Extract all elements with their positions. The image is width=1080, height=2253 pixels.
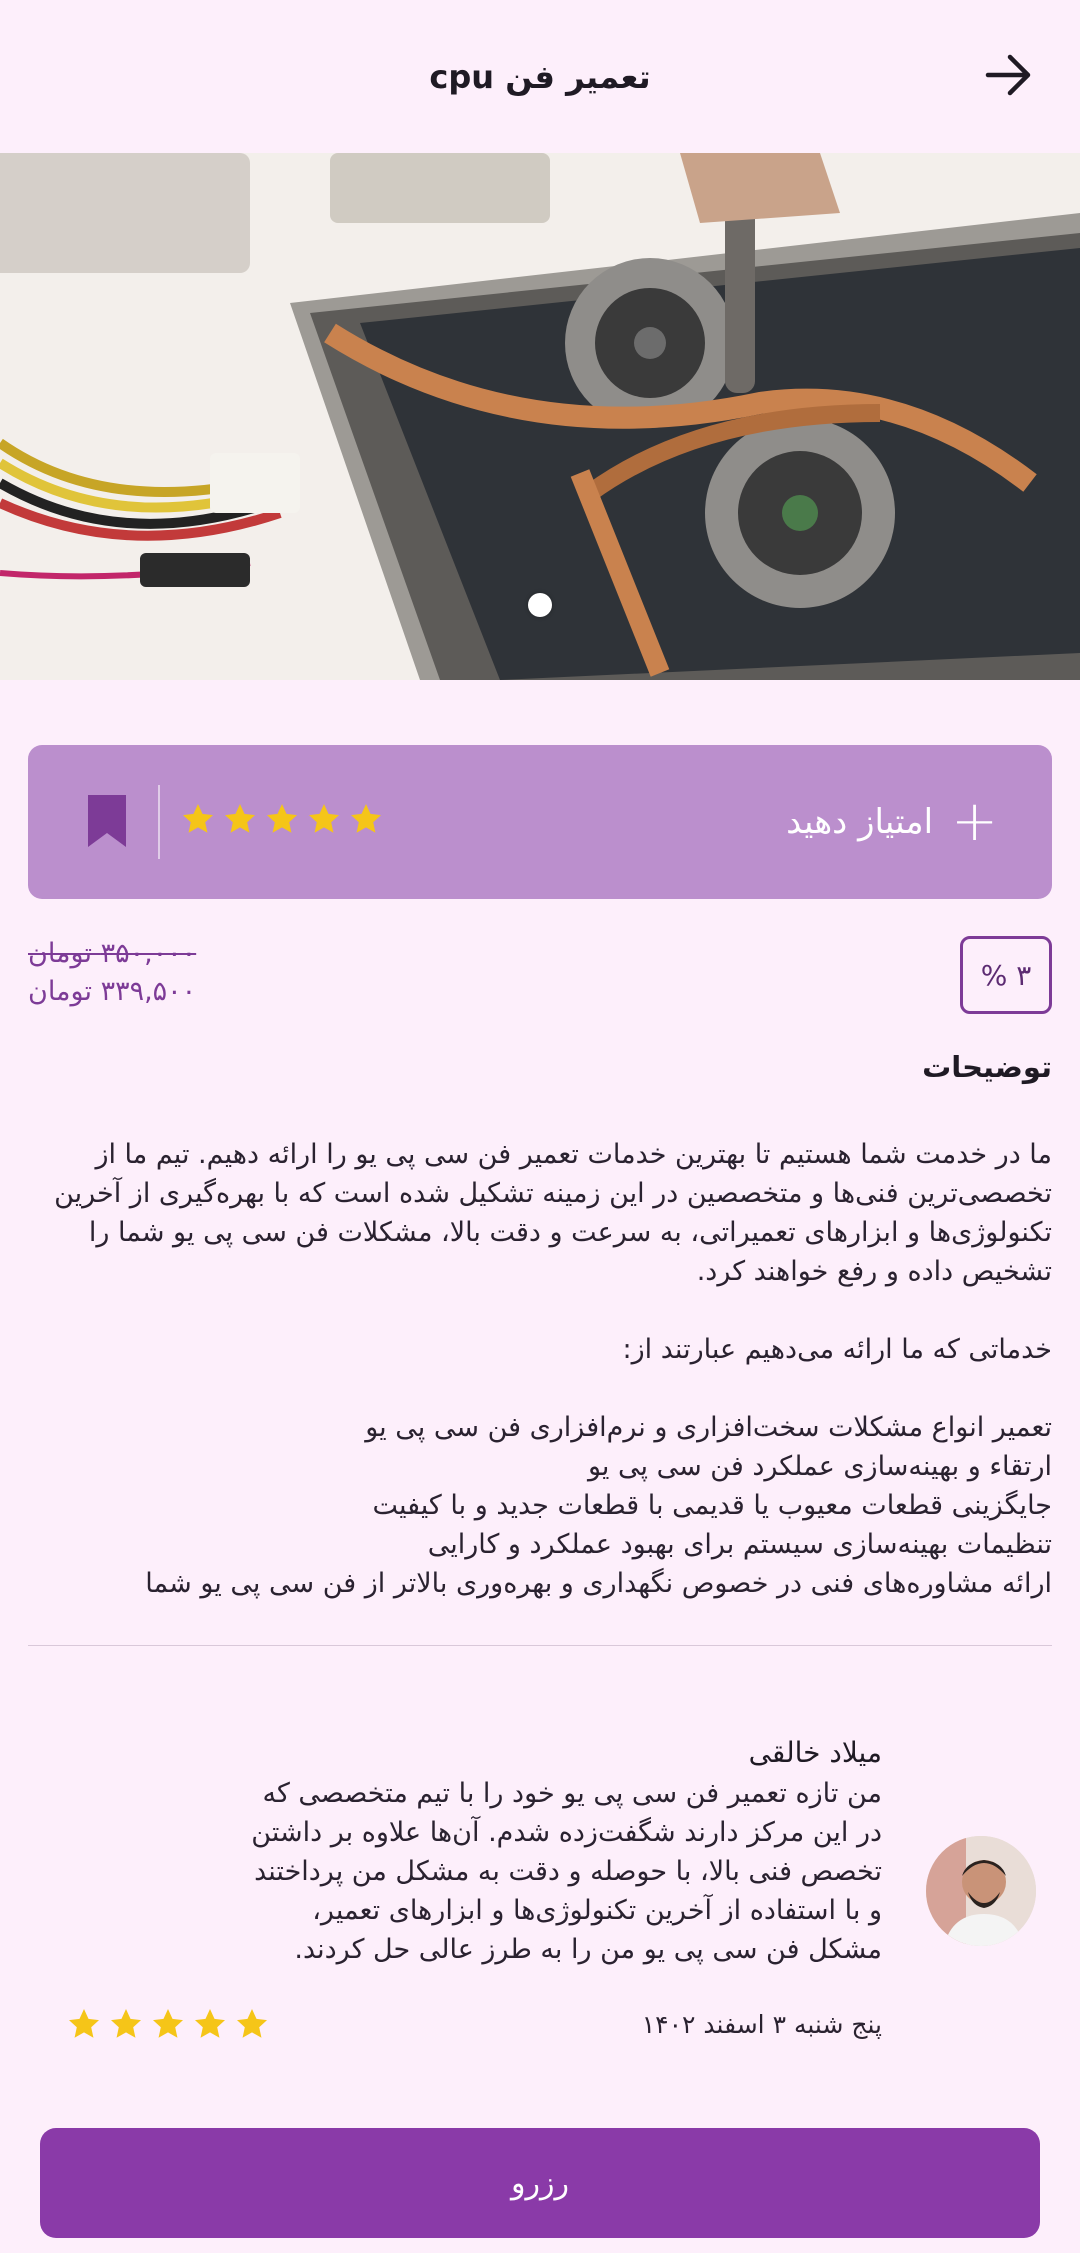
service-item: تعمیر انواع مشکلات سخت‌افزاری و نرم‌افزا… (365, 1412, 1052, 1443)
add-rating-label: امتیاز دهید (786, 802, 934, 842)
back-button[interactable] (980, 46, 1038, 104)
service-item: ارتقاء و بهینه‌سازی عملکرد فن سی پی یو (587, 1451, 1052, 1482)
discount-badge: ۳ % (960, 936, 1052, 1014)
star-icon (153, 2009, 183, 2038)
service-item: تنظیمات بهینه‌سازی سیستم برای بهبود عملک… (427, 1529, 1052, 1560)
rating-stars[interactable] (180, 801, 384, 837)
description-heading: توضیحات (922, 1050, 1052, 1084)
review-stars (66, 2006, 270, 2042)
review-date: پنج شنبه ۳ اسفند ۱۴۰۲ (641, 2010, 882, 2039)
star-icon[interactable] (264, 801, 300, 837)
services-list: تعمیر انواع مشکلات سخت‌افزاری و نرم‌افزا… (22, 1408, 1052, 1603)
avatar (926, 1836, 1036, 1946)
section-divider (28, 1645, 1052, 1646)
hero-image-carousel[interactable] (0, 153, 1080, 680)
arrow-right-icon (985, 54, 1031, 96)
star-icon (69, 2009, 99, 2038)
service-item: جایگزینی قطعات معیوب یا قدیمی با قطعات ج… (372, 1490, 1052, 1521)
service-item: ارائه مشاوره‌های فنی در خصوص نگهداری و ب… (145, 1568, 1052, 1599)
card-divider (158, 785, 160, 859)
star-icon[interactable] (222, 801, 258, 837)
star-icon (111, 2009, 141, 2038)
final-price: ۳۳۹,۵۰۰ تومان (28, 976, 197, 1007)
description-paragraph: ما در خدمت شما هستیم تا بهترین خدمات تعم… (54, 1139, 1052, 1287)
star-icon (237, 2009, 267, 2038)
reserve-button[interactable]: رزرو (40, 2128, 1040, 2238)
description-body: ما در خدمت شما هستیم تا بهترین خدمات تعم… (22, 1135, 1052, 1603)
top-bar: تعمیر فن cpu (0, 0, 1080, 153)
service-detail-page: تعمیر فن cpu + امتیاز دهید ۳ % ۳۵۰,۰۰۰ ت… (0, 0, 1080, 2253)
services-intro: خدماتی که ما ارائه می‌دهیم عبارتند از: (622, 1334, 1052, 1365)
star-icon[interactable] (306, 801, 342, 837)
bookmark-icon[interactable] (84, 795, 130, 847)
carousel-indicator-dot[interactable] (528, 593, 552, 617)
rating-card: + امتیاز دهید (28, 745, 1052, 899)
original-price: ۳۵۰,۰۰۰ تومان (28, 938, 197, 969)
reviewer-name: میلاد خالقی (748, 1736, 882, 1769)
user-photo-icon (926, 1836, 1036, 1946)
page-title: تعمیر فن cpu (429, 57, 651, 96)
add-rating-button[interactable]: + امتیاز دهید (786, 745, 998, 899)
plus-icon: + (951, 789, 998, 854)
star-icon (195, 2009, 225, 2038)
review-text: من تازه تعمیر فن سی پی یو خود را با تیم … (251, 1778, 882, 1965)
star-icon[interactable] (180, 801, 216, 837)
star-icon[interactable] (348, 801, 384, 837)
